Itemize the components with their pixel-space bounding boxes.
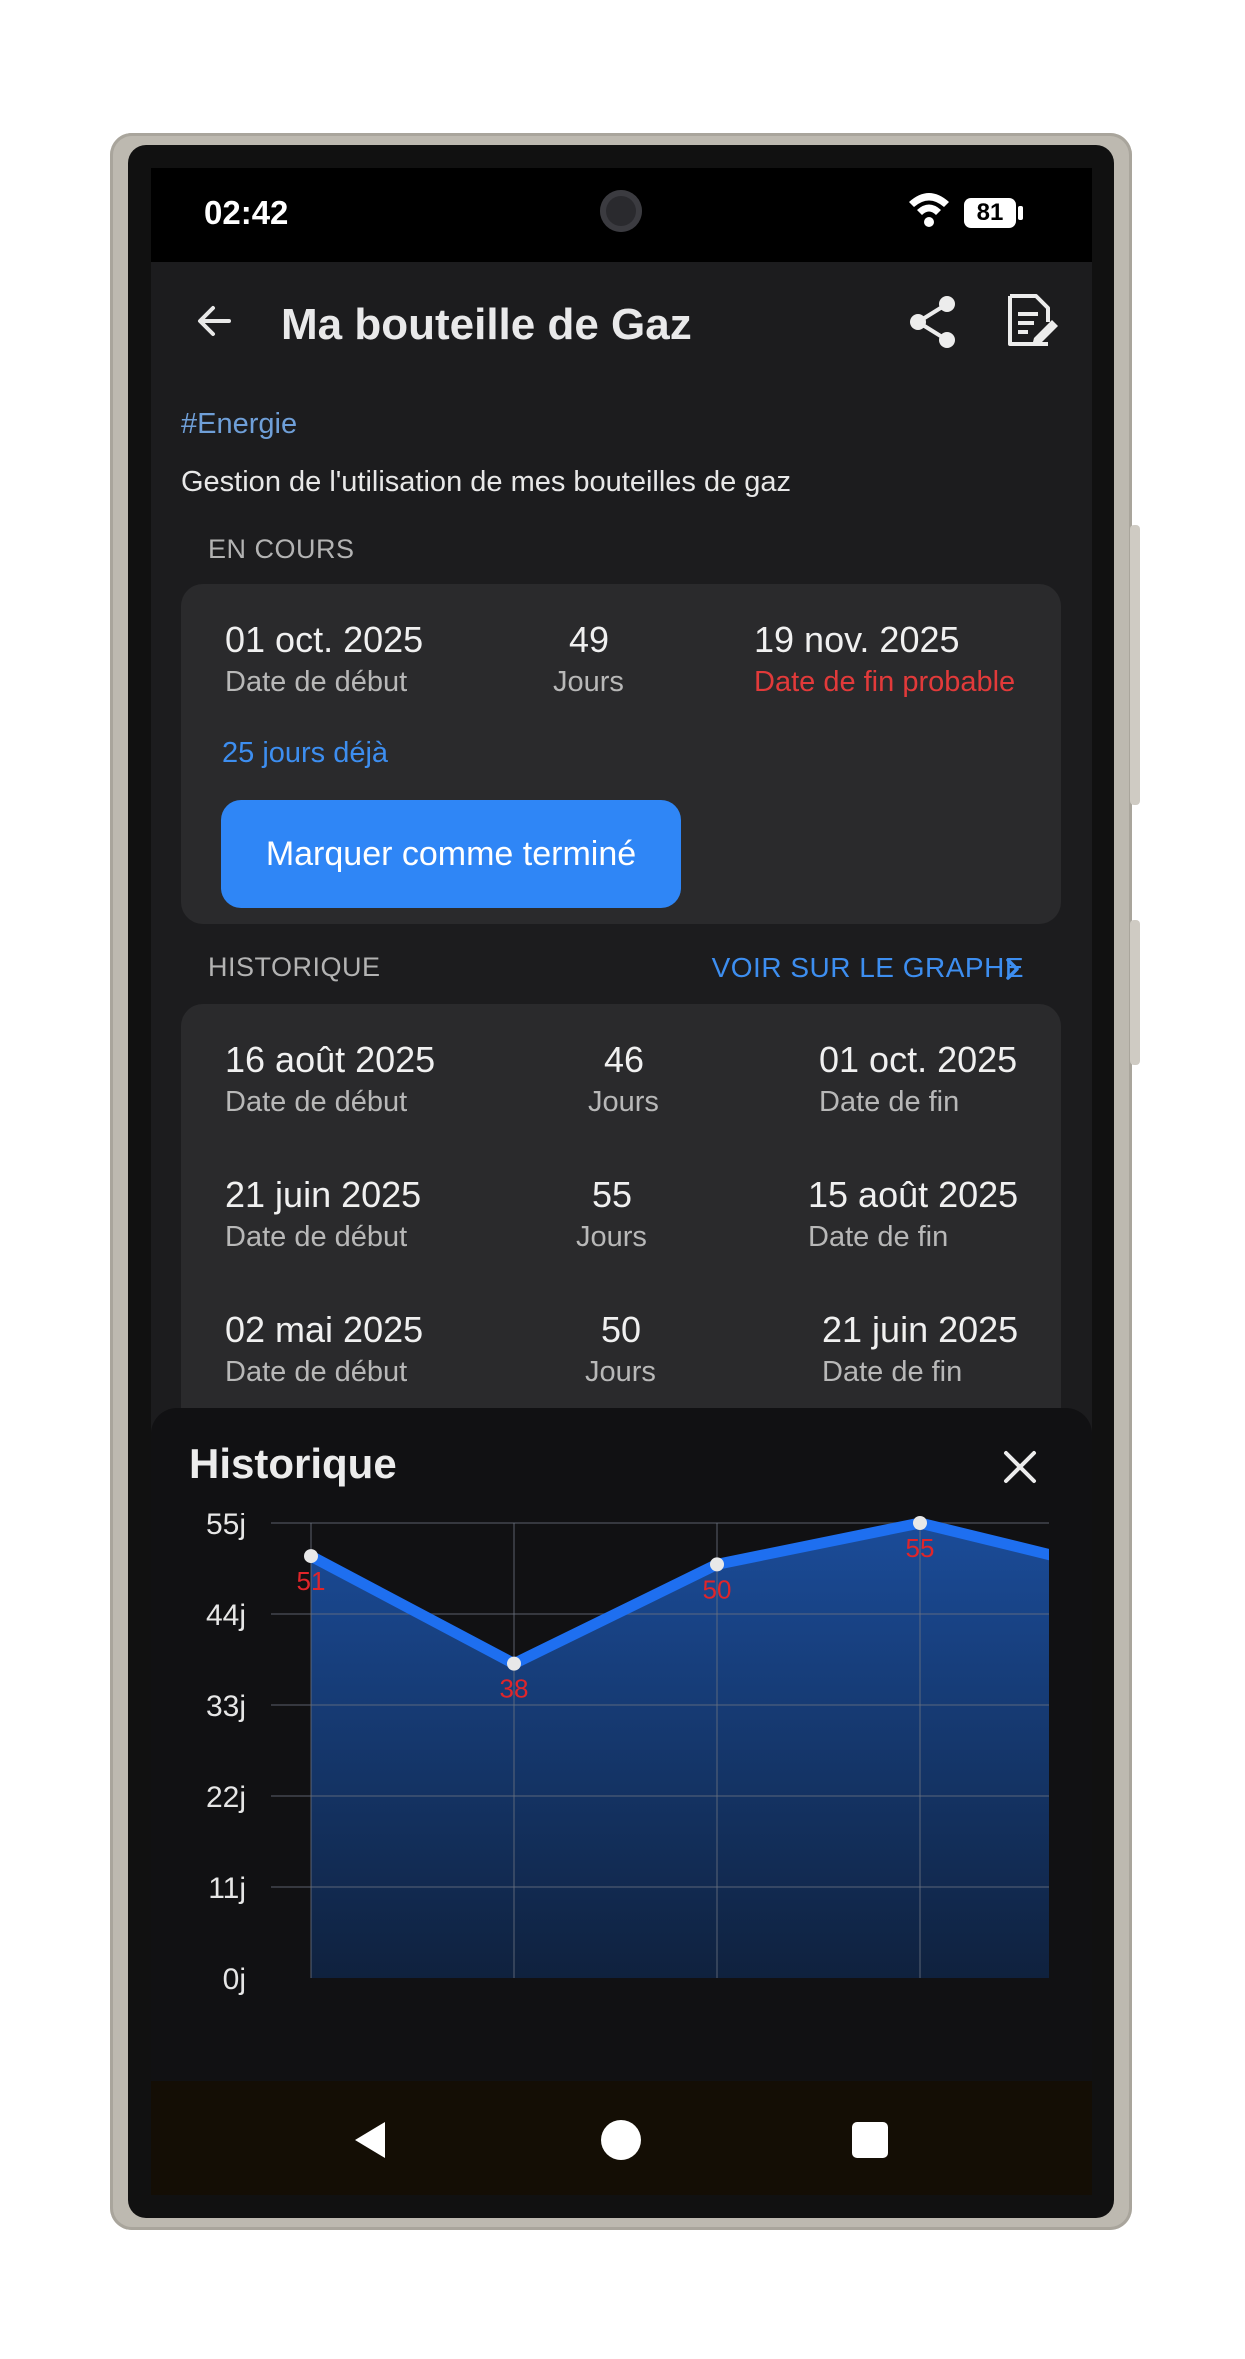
chart-data-label: 51	[297, 1566, 326, 1596]
nav-home-icon[interactable]	[599, 2118, 643, 2162]
history-days-caption: Jours	[588, 1086, 659, 1118]
nav-recents-icon[interactable]	[848, 2118, 892, 2162]
close-icon[interactable]	[996, 1443, 1044, 1491]
view-graph-label: VOIR SUR LE GRAPHE	[711, 952, 1024, 983]
chart-y-tick-label: 55j	[206, 1513, 246, 1541]
current-days-caption: Jours	[553, 666, 624, 698]
sheet-title: Historique	[189, 1440, 397, 1487]
history-end-date: 01 oct. 2025	[819, 1039, 1018, 1080]
current-end-caption: Date de fin probable	[754, 666, 1016, 698]
battery-nub	[1018, 206, 1023, 220]
history-end-date: 21 juin 2025	[822, 1309, 1019, 1350]
chart-data-label: 50	[703, 1574, 732, 1604]
page-title: Ma bouteille de Gaz	[281, 300, 692, 349]
status-time: 02:42	[204, 194, 289, 231]
history-days: 55	[592, 1174, 633, 1215]
share-icon[interactable]	[903, 292, 963, 352]
chart-y-tick-label: 11j	[208, 1872, 246, 1905]
history-section-label: HISTORIQUE	[208, 952, 381, 982]
chart-point	[710, 1557, 724, 1572]
description: Gestion de l'utilisation de mes bouteill…	[181, 466, 792, 498]
volume-button	[1130, 920, 1140, 1065]
history-days: 50	[601, 1309, 642, 1350]
history-end-caption: Date de fin	[822, 1356, 963, 1388]
screen: 02:42 81 Ma bouteille de Gaz #Energie Ge…	[151, 168, 1092, 2195]
history-start-caption: Date de début	[225, 1356, 408, 1388]
chart-data-label: 55	[906, 1533, 935, 1563]
history-start-date: 21 juin 2025	[225, 1174, 422, 1215]
history-start-caption: Date de début	[225, 1221, 408, 1253]
chart-data-label: 38	[500, 1674, 529, 1704]
elapsed-days: 25 jours déjà	[222, 737, 389, 769]
history-end-date: 15 août 2025	[808, 1174, 1019, 1215]
history-days-caption: Jours	[585, 1356, 656, 1388]
chart-area	[311, 1523, 1049, 1978]
battery-indicator: 81	[964, 198, 1016, 228]
edit-note-icon[interactable]	[1000, 290, 1062, 352]
history-start-caption: Date de début	[225, 1086, 408, 1118]
history-days: 46	[604, 1039, 645, 1080]
chart-point	[507, 1656, 521, 1671]
app-bar: Ma bouteille de Gaz	[151, 262, 1092, 390]
current-start-caption: Date de début	[225, 666, 408, 698]
wifi-icon	[909, 193, 949, 227]
history-bottom-sheet: Historique 0j 11j 22j 33j 44j 55j 51 38 50 55	[151, 1408, 1092, 2108]
history-chart: 0j 11j 22j 33j 44j 55j 51 38 50 55	[206, 1513, 1049, 1996]
current-card: 01 oct. 2025 Date de début 49 Jours 19 n…	[181, 584, 1061, 924]
chart-y-tick-label: 22j	[206, 1781, 246, 1814]
history-card: 16 août 2025 Date de début 46 Jours 01 o…	[181, 1004, 1061, 1424]
chart-y-tick-label: 33j	[206, 1690, 246, 1723]
history-end-caption: Date de fin	[808, 1221, 949, 1253]
mark-finished-button[interactable]: Marquer comme terminé	[221, 800, 681, 908]
current-end-date: 19 nov. 2025	[754, 619, 960, 660]
chart-y-tick-label: 44j	[206, 1599, 246, 1632]
chart-point	[913, 1516, 927, 1530]
history-start-date: 16 août 2025	[225, 1039, 436, 1080]
chart-point	[304, 1549, 318, 1564]
current-days: 49	[569, 619, 610, 660]
current-section-label: EN COURS	[208, 534, 355, 564]
history-end-caption: Date de fin	[819, 1086, 960, 1118]
chart-y-tick-label: 0j	[223, 1963, 246, 1996]
chevron-right-icon[interactable]	[1003, 956, 1023, 982]
system-nav-bar	[151, 2081, 1092, 2195]
power-button	[1130, 525, 1140, 805]
nav-back-icon[interactable]	[349, 2118, 393, 2162]
current-start-date: 01 oct. 2025	[225, 619, 424, 660]
view-graph-link[interactable]: VOIR SUR LE GRAPHE	[712, 952, 1024, 984]
arrow-left-icon[interactable]	[189, 296, 239, 346]
status-bar: 02:42 81	[151, 168, 1092, 262]
history-start-date: 02 mai 2025	[225, 1309, 424, 1350]
category-tag[interactable]: #Energie	[181, 408, 297, 441]
camera-icon	[600, 190, 642, 232]
history-days-caption: Jours	[576, 1221, 647, 1253]
